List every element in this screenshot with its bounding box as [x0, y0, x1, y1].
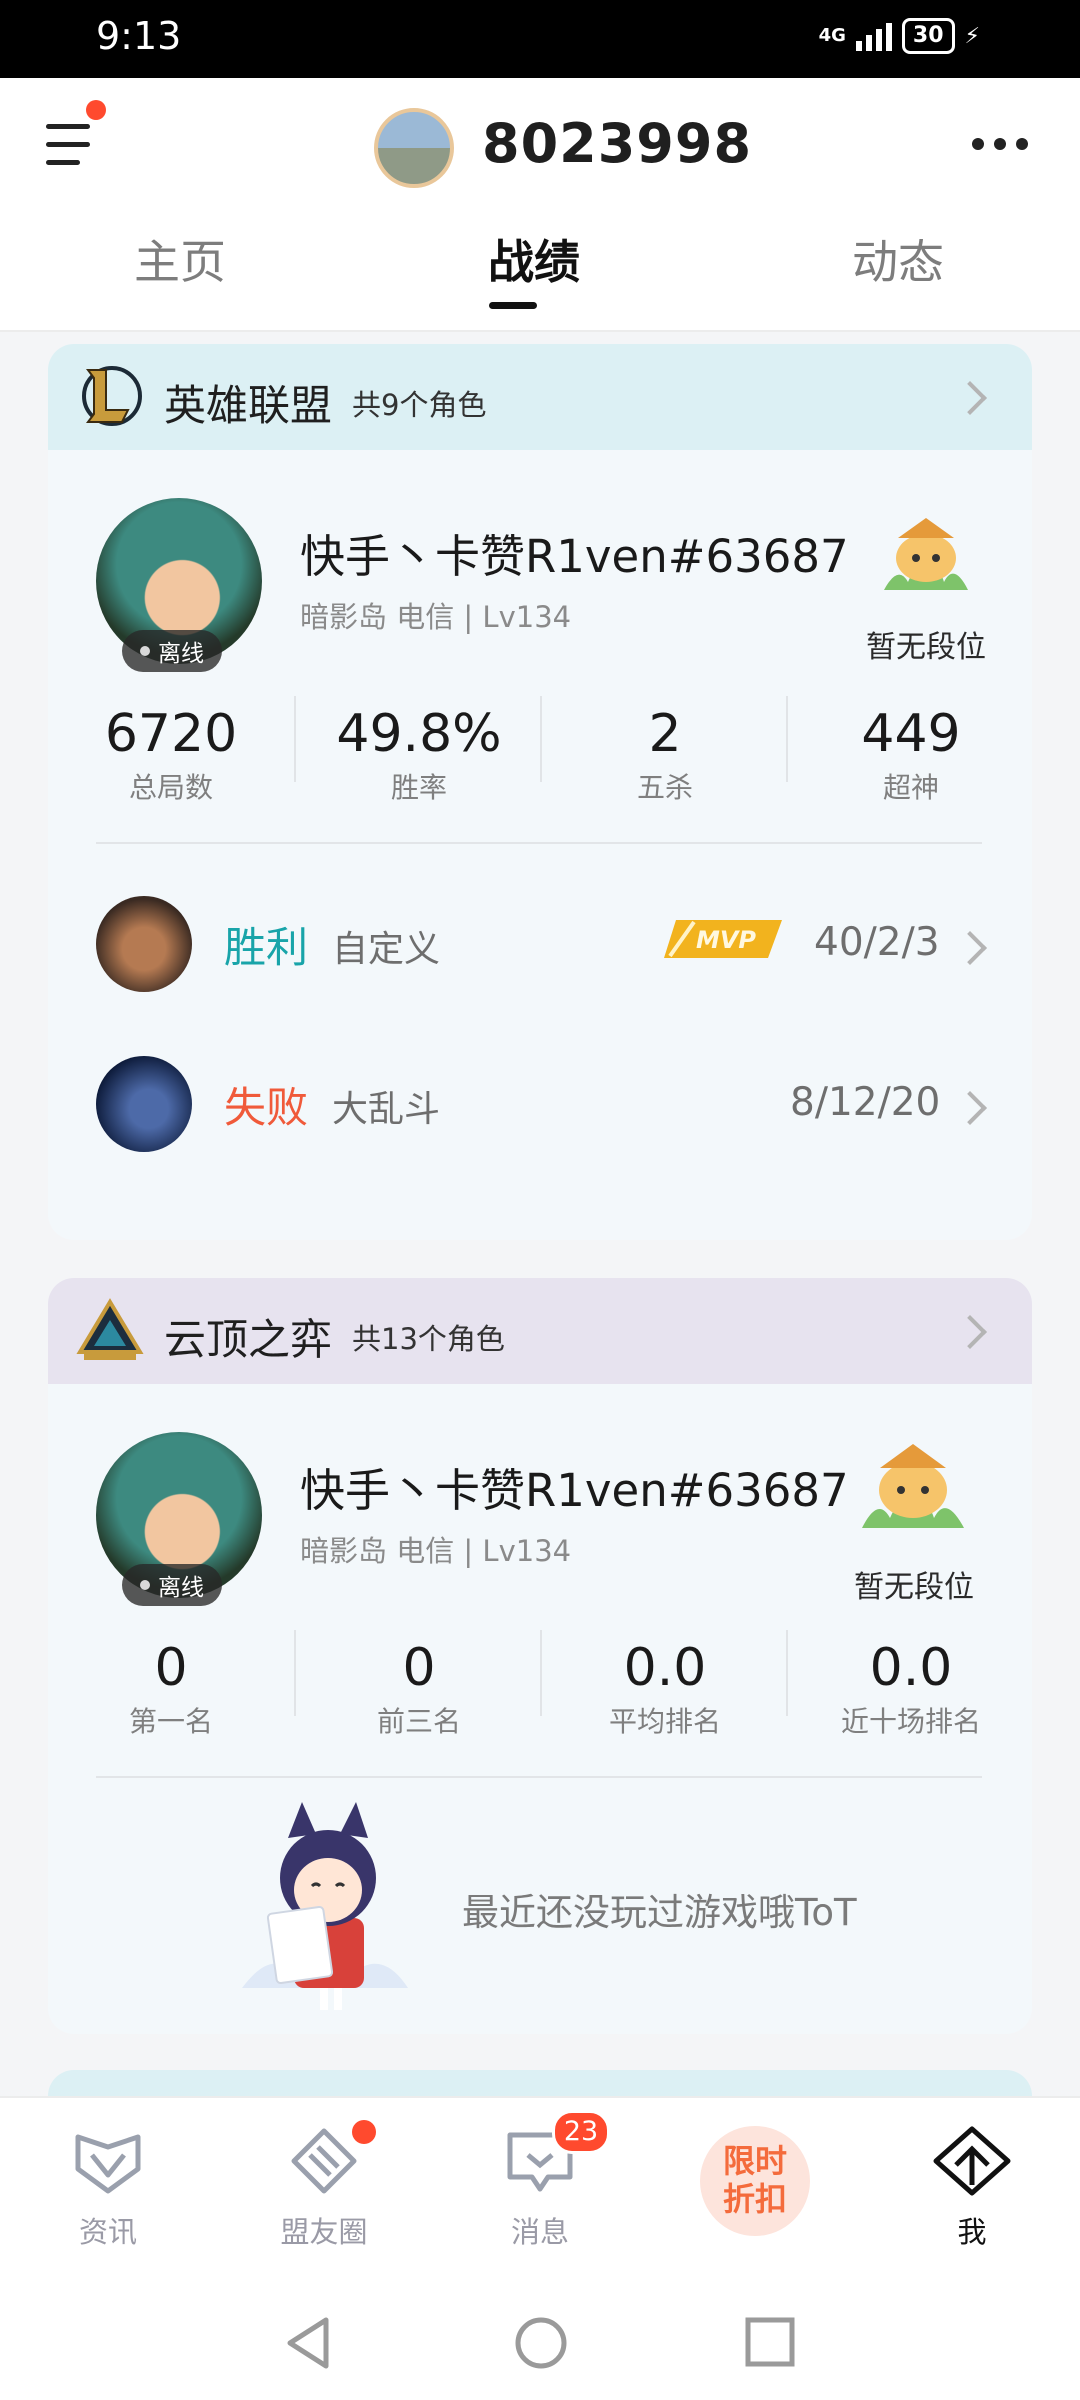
- lol-roles-count: 共9个角色: [352, 388, 487, 422]
- match-row[interactable]: 胜利 自定义 MVP 40/2/3: [48, 884, 1032, 1004]
- home-icon[interactable]: [512, 2314, 570, 2372]
- user-id: 8023998: [482, 112, 753, 175]
- lol-card-header[interactable]: 英雄联盟 共9个角色: [48, 344, 1032, 450]
- tft-game-name: 云顶之弈: [164, 1315, 333, 1364]
- rank-emblem-icon: [858, 1432, 968, 1536]
- rank-emblem-icon: [878, 508, 974, 598]
- lol-logo-icon: [78, 364, 142, 428]
- me-icon: [933, 2126, 1011, 2196]
- nav-me[interactable]: 我: [902, 2125, 1042, 2251]
- player-info: 暗影岛 电信 | Lv134: [300, 1534, 572, 1568]
- active-tab-indicator: [489, 302, 537, 309]
- status-time: 9:13: [96, 14, 182, 58]
- player-name: 快手丶卡赞R1ven#63687: [300, 530, 849, 583]
- more-icon[interactable]: [972, 138, 1028, 150]
- stat-last-ten-rank: 0.0 近十场排名: [840, 1638, 981, 1738]
- stat-win-rate: 49.8% 胜率: [336, 704, 502, 804]
- system-nav-bar: [0, 2294, 1080, 2400]
- chevron-right-icon: [953, 381, 987, 415]
- user-avatar[interactable]: [374, 108, 454, 188]
- tab-feed[interactable]: 动态: [852, 226, 944, 292]
- stat-penta-kills: 2 五杀: [636, 704, 693, 804]
- match-result: 失败: [224, 1083, 309, 1132]
- stat-average-rank: 0.0 平均排名: [608, 1638, 721, 1738]
- svg-text:MVP: MVP: [696, 926, 756, 954]
- tft-card: 云顶之弈 共13个角色 离线 快手丶卡赞R1ven#63687 暗影岛 电信 |…: [48, 1278, 1032, 2034]
- player-name: 快手丶卡赞R1ven#63687: [300, 1464, 849, 1517]
- match-kda: 40/2/3: [814, 920, 940, 965]
- status-badge: 离线: [122, 630, 222, 672]
- news-icon: [75, 2134, 141, 2194]
- status-bar: 9:13 4G 30 ⚡: [0, 0, 1080, 78]
- back-icon[interactable]: [282, 2314, 334, 2372]
- stat-legendary: 449 超神: [861, 704, 961, 804]
- nav-news[interactable]: 资讯: [38, 2125, 178, 2251]
- stat-total-games: 6720 总局数: [104, 704, 238, 804]
- empty-state-message: 最近还没玩过游戏哦ToT: [462, 1891, 857, 1934]
- charging-icon: ⚡: [964, 23, 980, 49]
- divider: [96, 842, 982, 844]
- tab-home[interactable]: 主页: [134, 226, 226, 292]
- message-count-badge: 23: [552, 2110, 610, 2154]
- stat-top-three: 0 前三名: [376, 1638, 461, 1738]
- rank-text: 暂无段位: [854, 1570, 974, 1605]
- lol-game-name: 英雄联盟: [164, 381, 333, 430]
- tab-records[interactable]: 战绩: [488, 226, 580, 292]
- tft-card-header[interactable]: 云顶之弈 共13个角色: [48, 1278, 1032, 1384]
- player-info: 暗影岛 电信 | Lv134: [300, 600, 572, 634]
- lol-card: 英雄联盟 共9个角色 离线 快手丶卡赞R1ven#63687 暗影岛 电信 | …: [48, 344, 1032, 1240]
- menu-notification-dot: [86, 100, 106, 120]
- match-mode: 自定义: [332, 929, 441, 970]
- nav-friends-circle[interactable]: 盟友圈: [254, 2125, 394, 2251]
- match-row[interactable]: 失败 大乱斗 8/12/20: [48, 1044, 1032, 1164]
- chevron-right-icon: [953, 1315, 987, 1349]
- friends-circle-icon: [291, 2128, 357, 2194]
- champion-avatar: [96, 1056, 192, 1152]
- crying-mascot-illustration: [232, 1798, 418, 2016]
- offline-dot-icon: [140, 646, 150, 656]
- friends-notification-dot: [352, 2120, 376, 2144]
- champion-avatar: [96, 896, 192, 992]
- tft-roles-count: 共13个角色: [352, 1322, 505, 1356]
- match-kda: 8/12/20: [790, 1080, 941, 1125]
- menu-icon[interactable]: [46, 120, 90, 172]
- tft-logo-icon: [76, 1298, 144, 1364]
- stat-first-place: 0 第一名: [128, 1638, 213, 1738]
- match-result: 胜利: [224, 923, 309, 972]
- divider: [96, 1776, 982, 1778]
- offline-dot-icon: [140, 1580, 150, 1590]
- network-type: 4G: [818, 25, 846, 46]
- signal-icon: [855, 21, 892, 51]
- rank-text: 暂无段位: [866, 630, 986, 665]
- battery-icon: 30: [901, 18, 955, 54]
- discount-badge[interactable]: 限时折扣: [700, 2126, 810, 2236]
- recent-apps-icon[interactable]: [744, 2316, 796, 2368]
- status-icons: 4G 30 ⚡: [819, 18, 980, 54]
- chevron-right-icon: [953, 931, 987, 965]
- status-badge: 离线: [122, 1564, 222, 1606]
- chevron-right-icon: [953, 1091, 987, 1125]
- match-mode: 大乱斗: [332, 1089, 441, 1130]
- mvp-badge-icon: MVP: [664, 916, 784, 962]
